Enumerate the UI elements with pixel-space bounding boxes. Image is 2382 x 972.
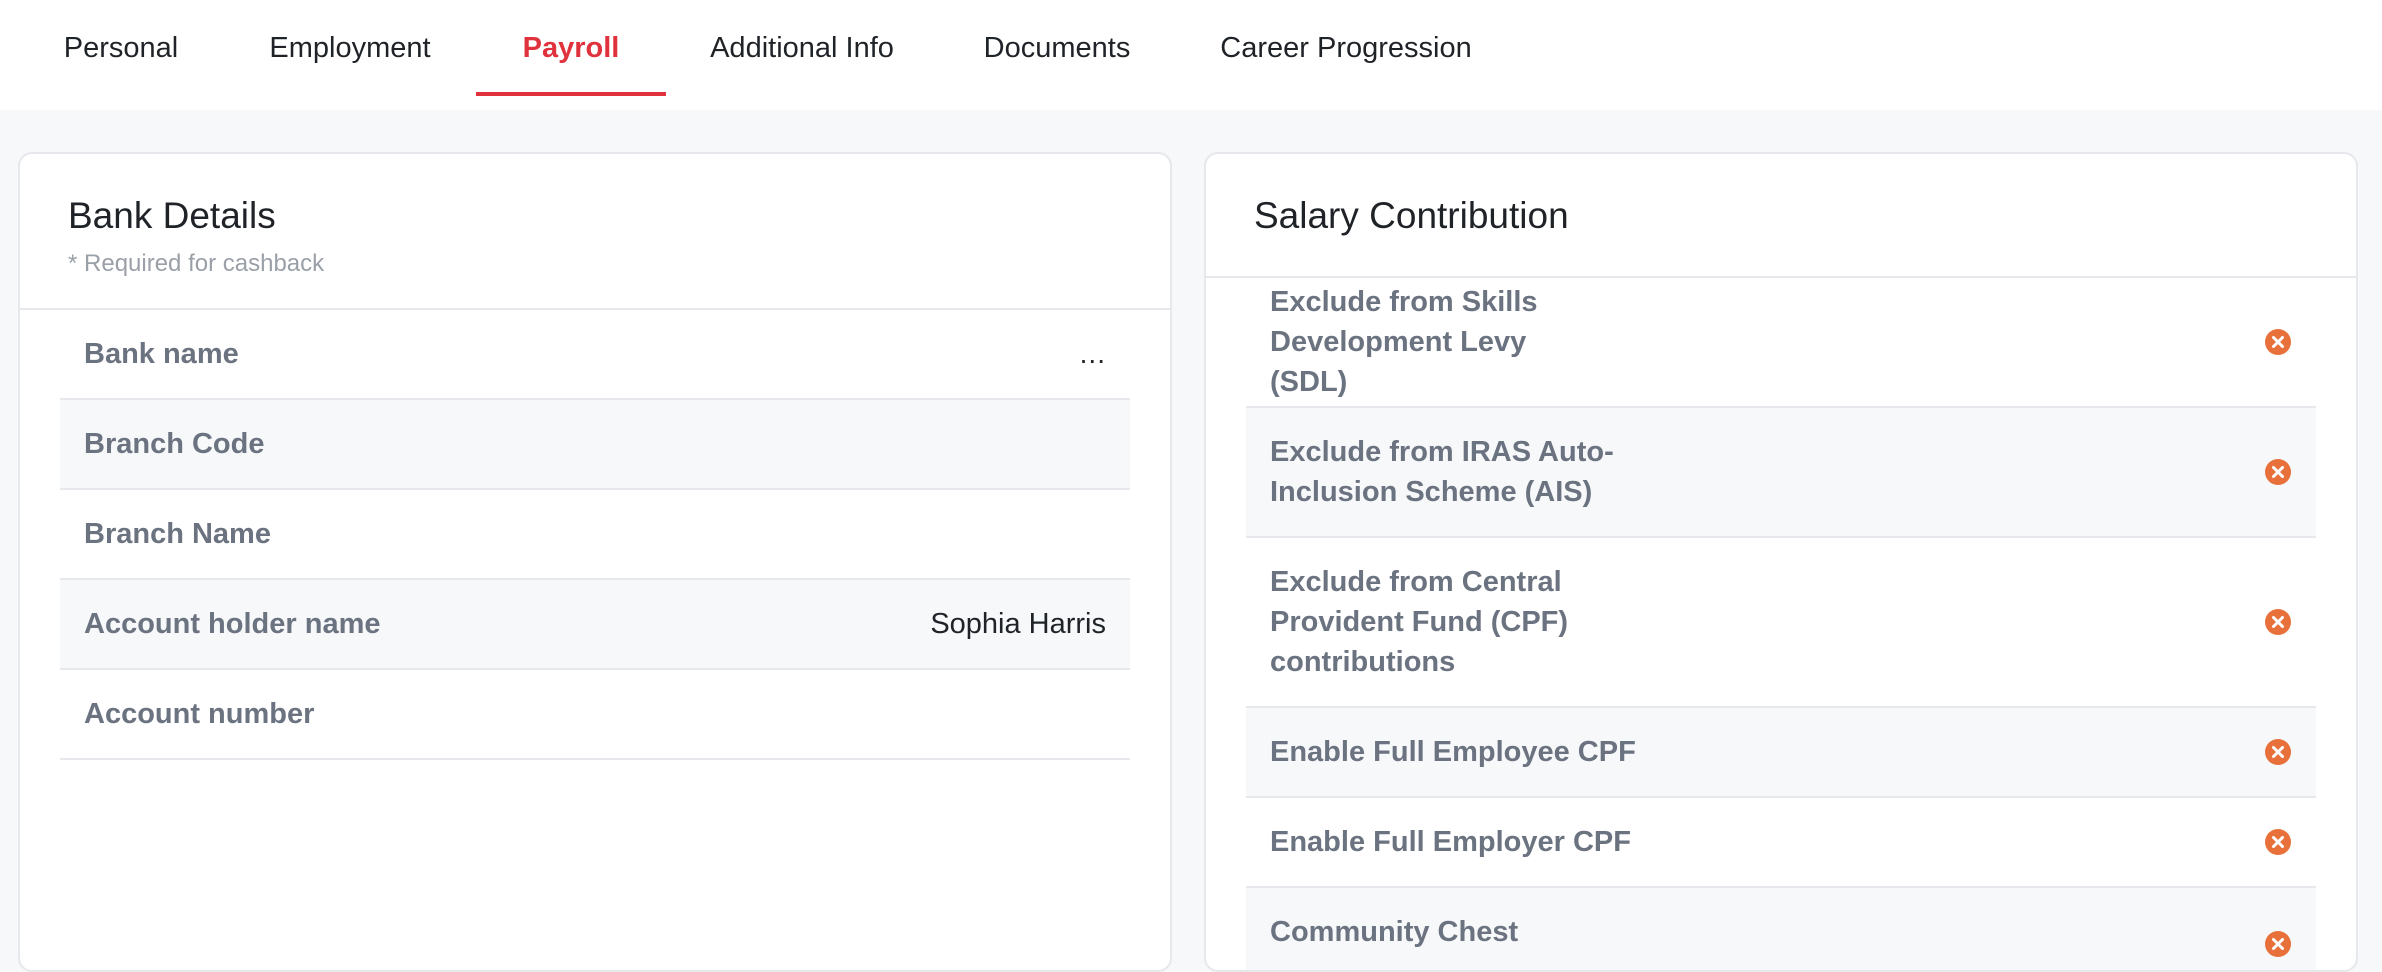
tab-bar: Personal Employment Payroll Additional I… [0, 0, 2382, 110]
bank-details-card: Bank Details * Required for cashback Ban… [18, 152, 1172, 972]
full-employee-cpf-row: Enable Full Employee CPF [1246, 708, 2316, 798]
more-options-button[interactable]: ... [1080, 338, 1106, 370]
account-number-label: Account number [84, 698, 315, 730]
x-circle-icon [2265, 829, 2291, 855]
account-holder-value: Sophia Harris [930, 607, 1106, 640]
x-circle-icon [2265, 609, 2291, 635]
tab-additional-info[interactable]: Additional Info [710, 0, 894, 96]
branch-code-label: Branch Code [84, 428, 265, 460]
account-holder-label: Account holder name [84, 608, 381, 640]
tab-personal[interactable]: Personal [64, 0, 178, 96]
exclude-sdl-label: Exclude from Skills Development Levy (SD… [1270, 286, 1538, 398]
account-holder-row: Account holder name Sophia Harris [60, 580, 1130, 670]
bank-details-title: Bank Details [68, 195, 276, 236]
community-chest-row: Community Chest [1246, 888, 2316, 970]
bank-name-row: Bank name ... [60, 310, 1130, 400]
exclude-cpf-label: Exclude from Central Provident Fund (CPF… [1270, 566, 1569, 678]
tab-career-progression[interactable]: Career Progression [1220, 0, 1471, 96]
bank-details-header: Bank Details * Required for cashback [20, 154, 1170, 310]
x-circle-icon [2265, 459, 2291, 485]
tab-employment[interactable]: Employment [269, 0, 430, 96]
account-number-row: Account number [60, 670, 1130, 760]
full-employer-cpf-label: Enable Full Employer CPF [1270, 826, 1631, 858]
full-employee-cpf-label: Enable Full Employee CPF [1270, 736, 1636, 768]
x-circle-icon [2265, 931, 2291, 957]
branch-name-row: Branch Name [60, 490, 1130, 580]
exclude-ais-label: Exclude from IRAS Auto-Inclusion Scheme … [1270, 436, 1614, 508]
salary-contribution-list: Exclude from Skills Development Levy (SD… [1206, 278, 2356, 970]
branch-name-label: Branch Name [84, 518, 271, 550]
salary-contribution-card: Salary Contribution Exclude from Skills … [1204, 152, 2358, 972]
salary-contribution-header: Salary Contribution [1206, 154, 2356, 278]
branch-code-row: Branch Code [60, 400, 1130, 490]
bank-details-subtitle: * Required for cashback [68, 250, 325, 277]
bank-name-label: Bank name [84, 338, 239, 370]
tab-documents[interactable]: Documents [984, 0, 1131, 96]
tab-payroll[interactable]: Payroll [476, 0, 666, 96]
exclude-ais-row: Exclude from IRAS Auto-Inclusion Scheme … [1246, 408, 2316, 538]
x-circle-icon [2265, 329, 2291, 355]
exclude-cpf-row: Exclude from Central Provident Fund (CPF… [1246, 538, 2316, 708]
x-circle-icon [2265, 739, 2291, 765]
community-chest-label: Community Chest [1270, 916, 1519, 948]
exclude-sdl-row: Exclude from Skills Development Levy (SD… [1246, 278, 2316, 408]
salary-contribution-title: Salary Contribution [1254, 195, 1569, 236]
full-employer-cpf-row: Enable Full Employer CPF [1246, 798, 2316, 888]
bank-details-list: Bank name ... Branch Code Branch Name Ac… [20, 310, 1170, 760]
